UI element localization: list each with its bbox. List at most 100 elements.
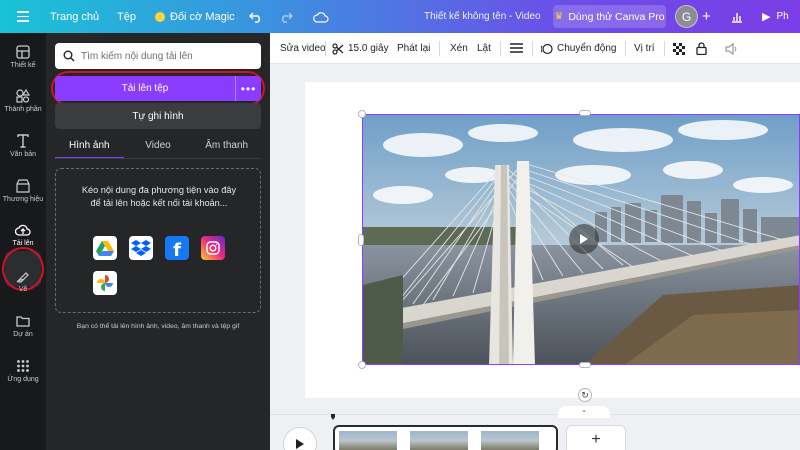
uploads-panel: Tìm kiếm nội dung tải lên Tải lên tệp ••…: [46, 33, 270, 450]
rail-label: Thiết kế: [10, 62, 36, 69]
media-tabs: Hình ảnh Video Âm thanh: [55, 135, 261, 159]
toolbar-divider: [500, 41, 501, 56]
top-bar: Trang chủ Tệp Đối cờ Magic Thiết kế khôn…: [0, 0, 800, 33]
clip-thumbnail: [481, 431, 539, 450]
avatar[interactable]: G: [675, 5, 698, 28]
resize-handle[interactable]: [358, 361, 366, 369]
play-icon: [296, 439, 304, 449]
brand-icon: [16, 179, 30, 193]
google-photos-icon[interactable]: [93, 271, 117, 295]
shapes-icon: [16, 89, 30, 103]
home-link[interactable]: Trang chủ: [50, 0, 99, 33]
toolbar-divider: [325, 41, 326, 56]
rail-label: Văn bản: [9, 151, 37, 158]
present-button[interactable]: ▶ Ph: [762, 0, 789, 33]
add-page-button[interactable]: +: [566, 425, 626, 450]
more-options-icon[interactable]: •••: [235, 76, 261, 101]
play-icon: ▶: [762, 11, 771, 23]
magic-switch-button[interactable]: Đối cờ Magic: [155, 0, 235, 33]
rail-label: Dự án: [13, 331, 33, 338]
tabs-divider: [55, 158, 261, 159]
side-rail: Thiết kế Thành phần Văn bản Thương hiệu …: [0, 33, 46, 450]
search-placeholder: Tìm kiếm nội dung tải lên: [81, 50, 193, 62]
toolbar-divider: [532, 41, 533, 56]
rail-label: Thành phần: [4, 106, 42, 113]
facebook-icon[interactable]: f: [165, 236, 189, 261]
transparency-icon[interactable]: [673, 33, 685, 64]
resize-handle[interactable]: [358, 234, 364, 246]
text-icon: [17, 134, 29, 148]
resize-handle[interactable]: [358, 110, 366, 118]
resize-handle[interactable]: [579, 110, 591, 116]
scissors-icon: [332, 42, 344, 55]
timeline-toggle-icon[interactable]: ⌄: [558, 406, 610, 418]
trim-button[interactable]: 15.0 giây: [332, 33, 389, 64]
upload-hint-text: Bạn có thể tải lên hình ảnh, video, âm t…: [76, 323, 240, 330]
try-pro-button[interactable]: ♛ Dùng thử Canva Pro: [553, 5, 666, 28]
rail-item-text[interactable]: Văn bản: [0, 134, 46, 158]
upload-files-button[interactable]: Tải lên tệp •••: [55, 76, 261, 101]
tab-audio[interactable]: Âm thanh: [192, 135, 261, 159]
position-button[interactable]: Vị trí: [634, 33, 655, 64]
border-style-icon[interactable]: [510, 33, 523, 64]
menu-icon[interactable]: [16, 0, 30, 33]
design-title[interactable]: Thiết kế không tên - Video: [424, 0, 541, 33]
playhead-marker[interactable]: [331, 414, 335, 420]
rail-item-draw[interactable]: Vẽ: [0, 269, 46, 293]
magic-icon: [155, 11, 165, 22]
crop-button[interactable]: Xén: [450, 33, 468, 64]
folder-icon: [16, 316, 30, 327]
google-drive-icon[interactable]: [93, 236, 117, 260]
timeline-clip[interactable]: [333, 425, 558, 450]
edit-video-button[interactable]: Sửa video: [280, 33, 326, 64]
rail-label: Ứng dụng: [7, 376, 39, 383]
analytics-icon[interactable]: [731, 0, 743, 33]
animate-label: Chuyển động: [557, 43, 617, 54]
animate-icon: [541, 43, 553, 54]
flip-button[interactable]: Lật: [477, 33, 491, 64]
magic-label: Đối cờ Magic: [170, 10, 235, 23]
dropbox-icon[interactable]: [129, 236, 153, 260]
toolbar-divider: [439, 41, 440, 56]
upload-files-label: Tải lên tệp: [121, 83, 169, 94]
instagram-icon[interactable]: [201, 236, 225, 260]
rail-item-elements[interactable]: Thành phần: [0, 89, 46, 113]
cloud-save-icon[interactable]: [313, 0, 329, 33]
rotate-icon[interactable]: ↻: [578, 388, 592, 402]
drop-zone-text: Kéo nội dung đa phương tiện vào đây để t…: [81, 185, 237, 208]
duration-label: 15.0 giây: [348, 43, 389, 54]
cloud-upload-icon: [15, 224, 31, 236]
rail-label: Thương hiệu: [2, 196, 44, 203]
clip-thumbnail: [410, 431, 468, 450]
animate-button[interactable]: Chuyển động: [541, 33, 617, 64]
lock-icon[interactable]: [696, 33, 707, 64]
editor-toolbar: Sửa video 15.0 giây Phát lại Xén Lật Chu…: [270, 33, 800, 64]
redo-icon[interactable]: [279, 0, 293, 33]
volume-icon[interactable]: [725, 33, 738, 64]
undo-icon[interactable]: [249, 0, 263, 33]
rail-item-design[interactable]: Thiết kế: [0, 45, 46, 69]
crown-icon: ♛: [554, 11, 564, 22]
try-pro-label: Dùng thử Canva Pro: [568, 10, 665, 23]
layout-icon: [16, 45, 30, 59]
file-menu[interactable]: Tệp: [117, 0, 136, 33]
record-yourself-button[interactable]: Tự ghi hình: [55, 103, 261, 129]
video-play-button[interactable]: [569, 224, 599, 254]
rail-label: Tải lên: [12, 240, 34, 247]
search-input[interactable]: Tìm kiếm nội dung tải lên: [55, 43, 261, 69]
rail-item-apps[interactable]: Ứng dụng: [0, 359, 46, 383]
rail-item-projects[interactable]: Dự án: [0, 314, 46, 338]
rail-item-uploads[interactable]: Tải lên: [0, 223, 46, 247]
add-icon[interactable]: +: [702, 0, 711, 33]
play-icon: [580, 234, 588, 244]
tab-videos[interactable]: Video: [124, 135, 193, 159]
playback-button[interactable]: Phát lại: [397, 33, 430, 64]
rail-item-brand[interactable]: Thương hiệu: [0, 179, 46, 203]
tab-images[interactable]: Hình ảnh: [55, 135, 124, 159]
clip-thumbnail: [339, 431, 397, 450]
drop-zone[interactable]: Kéo nội dung đa phương tiện vào đây để t…: [55, 168, 261, 313]
toolbar-divider: [664, 41, 665, 56]
apps-grid-icon: [17, 360, 29, 372]
resize-handle[interactable]: [579, 362, 591, 368]
toolbar-divider: [625, 41, 626, 56]
